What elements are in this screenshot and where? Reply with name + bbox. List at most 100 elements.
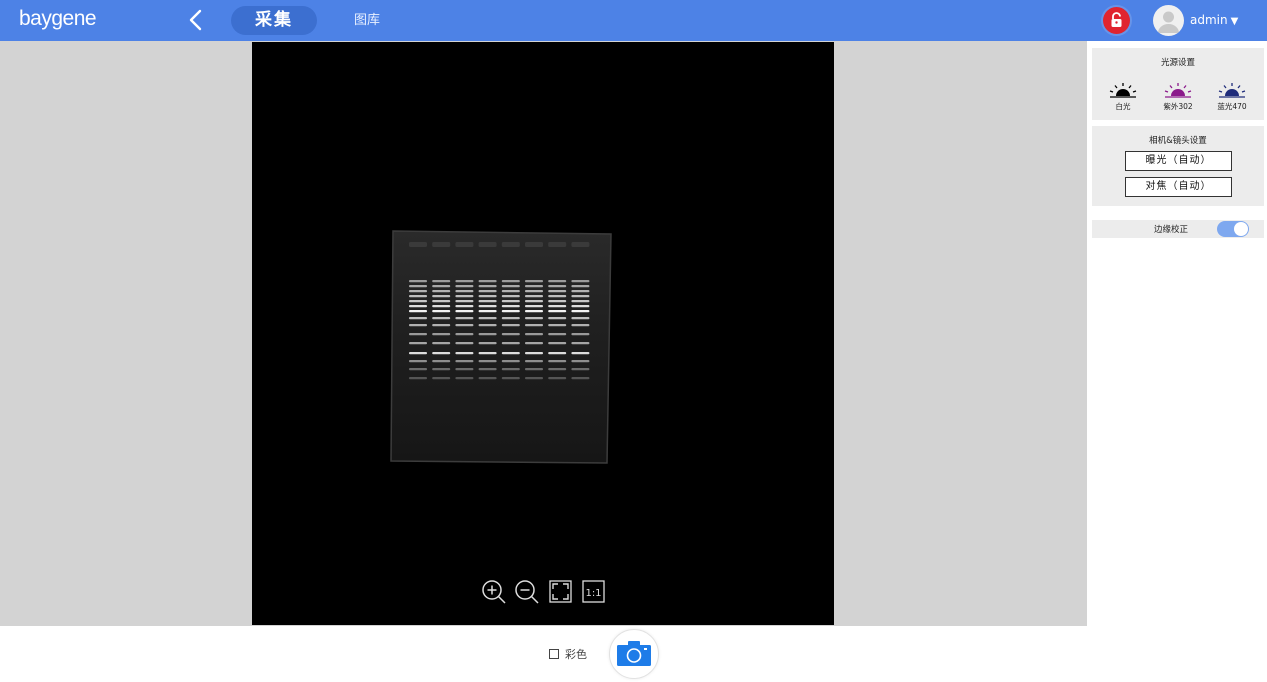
gel-band xyxy=(409,280,427,283)
light-source-blue470[interactable]: 蓝光470 xyxy=(1212,82,1252,112)
back-icon[interactable] xyxy=(186,8,208,32)
gel-well xyxy=(409,242,427,247)
gel-band xyxy=(409,300,427,303)
zoom-in-icon[interactable] xyxy=(481,579,507,605)
gel-band xyxy=(571,324,590,327)
gel-band xyxy=(548,285,567,288)
gel-band xyxy=(455,360,474,363)
gel-band xyxy=(478,324,497,327)
light-settings-card: 光源设置 白光 紫外302 蓝光470 xyxy=(1092,48,1264,120)
gel-band xyxy=(478,368,497,371)
avatar-icon[interactable] xyxy=(1153,5,1184,36)
gel-band xyxy=(409,317,427,320)
gel-band xyxy=(571,342,590,345)
gel-band xyxy=(432,368,451,371)
camera-settings-title: 相机&镜头设置 xyxy=(1149,136,1207,146)
gel-band xyxy=(478,310,497,313)
logo: baygene xyxy=(19,7,97,30)
gel-band xyxy=(501,310,520,313)
gel-band xyxy=(548,305,567,308)
gel-band xyxy=(455,295,474,298)
gel-band xyxy=(455,317,474,320)
uv-light-icon xyxy=(1164,83,1192,98)
gel-band xyxy=(501,280,520,283)
focus-button[interactable]: 对焦（自动） xyxy=(1125,177,1232,197)
gel-band xyxy=(571,310,590,313)
gel-band xyxy=(501,360,520,363)
gel-band xyxy=(409,324,427,327)
gel-band xyxy=(501,295,520,298)
gel-band xyxy=(478,333,497,336)
gel-band xyxy=(432,333,451,336)
zoom-out-icon[interactable] xyxy=(514,579,540,605)
gel-band xyxy=(571,280,590,283)
gel-image xyxy=(390,230,612,464)
edge-correction-label: 边缘校正 xyxy=(1154,225,1189,235)
color-checkbox[interactable] xyxy=(549,649,559,659)
user-menu[interactable]: admin ▼ xyxy=(1190,10,1238,32)
gel-band xyxy=(548,333,567,336)
toggle-knob xyxy=(1234,222,1248,236)
gel-band xyxy=(478,360,497,363)
gel-well xyxy=(501,242,520,247)
gel-band xyxy=(525,368,543,371)
tab-capture[interactable]: 采集 xyxy=(231,6,317,35)
gel-band xyxy=(432,360,451,363)
gel-band xyxy=(432,310,451,313)
top-bar: baygene 采集 图库 admin ▼ xyxy=(0,0,1267,41)
gel-band xyxy=(409,305,427,308)
gel-band xyxy=(409,368,427,371)
gel-band xyxy=(525,333,543,336)
capture-button[interactable] xyxy=(609,629,659,679)
gel-band xyxy=(409,285,427,288)
gel-band xyxy=(501,377,520,380)
gel-band xyxy=(548,290,567,293)
gel-band xyxy=(501,324,520,327)
gel-band xyxy=(455,300,474,303)
gel-band xyxy=(455,310,474,313)
gel-band xyxy=(432,290,451,293)
gel-band xyxy=(432,352,451,355)
fit-screen-icon[interactable] xyxy=(548,579,574,605)
color-checkbox-label: 彩色 xyxy=(565,648,587,661)
gel-well xyxy=(478,242,497,247)
light-settings-title: 光源设置 xyxy=(1160,58,1195,68)
gel-band xyxy=(571,377,590,380)
gel-band xyxy=(525,377,543,380)
camera-preview[interactable]: 1:1 xyxy=(252,42,834,625)
gel-band xyxy=(409,333,427,336)
gel-band xyxy=(548,280,567,283)
blue-light-icon xyxy=(1218,83,1246,98)
gel-band xyxy=(571,300,590,303)
light-source-uv302[interactable]: 紫外302 xyxy=(1158,82,1198,112)
edge-correction-toggle[interactable] xyxy=(1217,221,1249,237)
gel-band xyxy=(548,360,567,363)
gel-band xyxy=(455,290,474,293)
gel-band xyxy=(525,295,543,298)
gel-band xyxy=(548,368,567,371)
camera-icon xyxy=(617,641,651,666)
gel-band xyxy=(478,305,497,308)
gel-band xyxy=(525,360,543,363)
lock-icon[interactable] xyxy=(1103,7,1130,34)
gel-band xyxy=(571,333,590,336)
gel-band xyxy=(432,285,451,288)
light-source-label: 蓝光470 xyxy=(1217,102,1247,111)
exposure-button[interactable]: 曝光（自动） xyxy=(1125,151,1232,171)
gel-band xyxy=(525,310,543,313)
gel-band xyxy=(548,324,567,327)
gel-band xyxy=(501,290,520,293)
gel-band xyxy=(548,310,567,313)
gel-band xyxy=(548,317,567,320)
gel-band xyxy=(501,305,520,308)
gel-band xyxy=(478,300,497,303)
gel-band xyxy=(525,290,543,293)
light-source-white[interactable]: 白光 xyxy=(1103,82,1143,112)
gel-band xyxy=(525,285,543,288)
gel-band xyxy=(525,317,543,320)
actual-size-icon[interactable]: 1:1 xyxy=(581,579,607,605)
gel-band xyxy=(409,352,427,355)
gel-band xyxy=(525,280,543,283)
tab-gallery[interactable]: 图库 xyxy=(344,6,390,35)
gel-band xyxy=(409,295,427,298)
